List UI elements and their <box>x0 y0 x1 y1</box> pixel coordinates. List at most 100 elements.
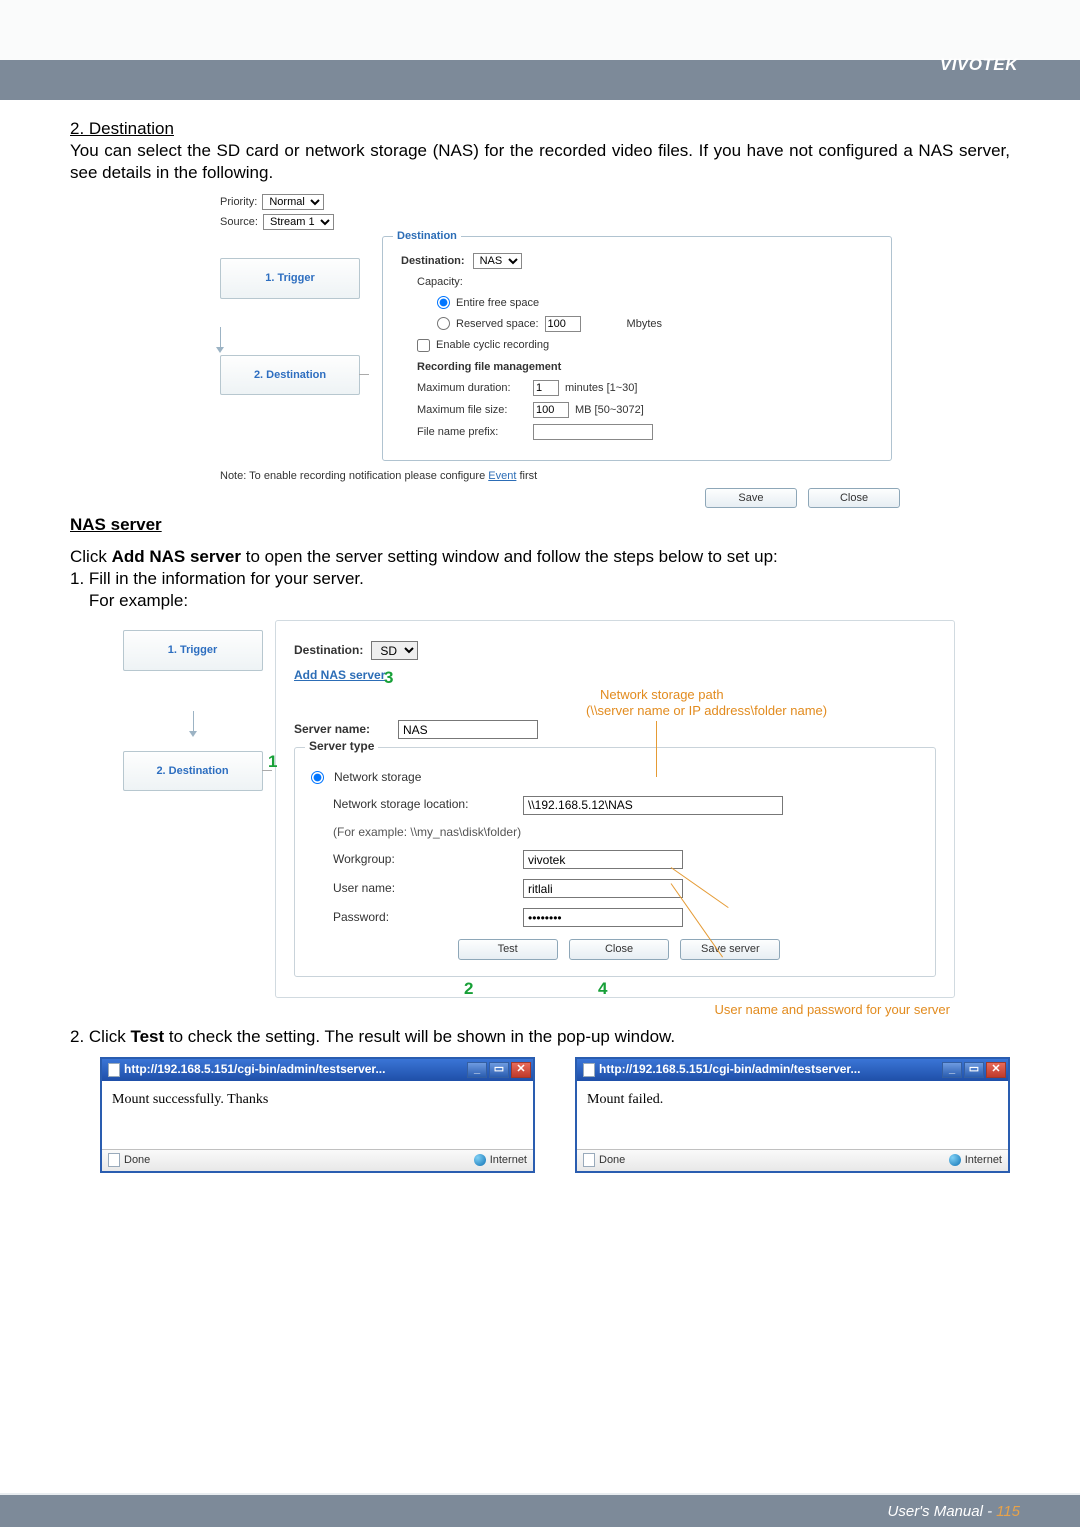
server-name-label: Server name: <box>294 722 390 738</box>
popup-body: Mount failed. <box>577 1081 1008 1149</box>
wizard-nav: 1. Trigger 2. Destination <box>220 236 370 461</box>
minimize-button[interactable]: _ <box>942 1062 962 1078</box>
callout-user-password: User name and password for your server <box>110 1002 970 1019</box>
max-filesize-unit: MB [50~3072] <box>575 403 644 417</box>
popup-titlebar: http://192.168.5.151/cgi-bin/admin/tests… <box>102 1059 533 1081</box>
username-input[interactable] <box>523 879 683 898</box>
brand-name: VIVOTEK <box>940 55 1018 75</box>
header-bg <box>0 0 1080 100</box>
nas-panel: 3 1 2 4 Network storage path (\\server n… <box>275 620 955 997</box>
page-icon <box>108 1063 120 1077</box>
popup-titlebar: http://192.168.5.151/cgi-bin/admin/tests… <box>577 1059 1008 1081</box>
callout-2: 2 <box>464 978 473 1000</box>
capacity-label: Capacity: <box>417 275 463 289</box>
test-button[interactable]: Test <box>458 939 558 959</box>
source-select[interactable]: Stream 1 <box>263 214 334 230</box>
capacity-reserved-input[interactable] <box>545 316 581 332</box>
storage-location-example: (For example: \\my_nas\disk\folder) <box>333 825 919 841</box>
max-duration-label: Maximum duration: <box>417 381 527 395</box>
page-icon <box>583 1063 595 1077</box>
globe-icon <box>949 1154 961 1166</box>
storage-location-label: Network storage location: <box>333 797 513 813</box>
popup-url: http://192.168.5.151/cgi-bin/admin/tests… <box>124 1062 385 1078</box>
workgroup-input[interactable] <box>523 850 683 869</box>
destination-select-label: Destination: <box>294 643 363 659</box>
maximize-button[interactable]: ▭ <box>489 1062 509 1078</box>
close-window-button[interactable]: ✕ <box>986 1062 1006 1078</box>
source-row: Source: Stream 1 <box>220 214 900 230</box>
priority-select[interactable]: Normal <box>262 194 324 210</box>
wizard-nav: 1. Trigger 2. Destination <box>110 620 275 997</box>
minimize-button[interactable]: _ <box>467 1062 487 1078</box>
destination-legend: Destination <box>393 229 461 243</box>
callout-3: 3 <box>384 667 393 689</box>
nav-destination[interactable]: 2. Destination <box>123 751 263 791</box>
storage-location-input[interactable] <box>523 796 783 815</box>
network-storage-label: Network storage <box>334 770 421 786</box>
save-server-button[interactable]: Save server <box>680 939 780 959</box>
popup-body: Mount successfully. Thanks <box>102 1081 533 1149</box>
workgroup-label: Workgroup: <box>333 852 513 868</box>
add-nas-server-link[interactable]: Add NAS server <box>294 668 385 684</box>
max-duration-input[interactable] <box>533 380 559 396</box>
maximize-button[interactable]: ▭ <box>964 1062 984 1078</box>
capacity-reserved-label: Reserved space: <box>456 317 539 331</box>
callout-line <box>656 721 657 777</box>
cyclic-recording-checkbox[interactable] <box>417 339 430 352</box>
callout-1: 1 <box>268 751 277 773</box>
section-destination-heading: 2. Destination <box>70 118 1010 140</box>
nas-server-heading: NAS server <box>70 514 1010 536</box>
capacity-reserved-radio[interactable] <box>437 317 450 330</box>
nas-server-instruction: Click Add NAS server to open the server … <box>70 546 1010 568</box>
source-label: Source: <box>220 216 258 228</box>
destination-select[interactable]: NAS <box>473 253 522 269</box>
recording-file-mgmt-header: Recording file management <box>417 360 873 374</box>
max-filesize-input[interactable] <box>533 402 569 418</box>
page-icon <box>583 1153 595 1167</box>
callout-4: 4 <box>598 978 607 1000</box>
nas-step1-example: For example: <box>70 590 1010 612</box>
priority-label: Priority: <box>220 196 257 208</box>
destination-fieldset: Destination Destination: NAS Capacity: E… <box>382 236 892 461</box>
username-label: User name: <box>333 881 513 897</box>
popup-mount-success: http://192.168.5.151/cgi-bin/admin/tests… <box>100 1057 535 1173</box>
close-window-button[interactable]: ✕ <box>511 1062 531 1078</box>
priority-row: Priority: Normal <box>220 194 900 210</box>
max-duration-unit: minutes [1~30] <box>565 381 637 395</box>
configure-event-note: Note: To enable recording notification p… <box>220 469 900 483</box>
popup-url: http://192.168.5.151/cgi-bin/admin/tests… <box>599 1062 860 1078</box>
section-destination-text: You can select the SD card or network st… <box>70 140 1010 184</box>
screenshot-destination-settings: Priority: Normal Source: Stream 1 1. Tri… <box>220 194 900 508</box>
capacity-entire-label: Entire free space <box>456 296 539 310</box>
server-name-input[interactable] <box>398 720 538 739</box>
server-type-legend: Server type <box>305 739 378 755</box>
popup-statusbar: Done Internet <box>102 1149 533 1171</box>
page-footer: User's Manual - 115 <box>0 1493 1080 1527</box>
event-link[interactable]: Event <box>488 470 516 482</box>
popup-statusbar: Done Internet <box>577 1149 1008 1171</box>
close-button[interactable]: Close <box>808 488 900 508</box>
destination-select[interactable]: SD <box>371 641 418 660</box>
max-filesize-label: Maximum file size: <box>417 403 527 417</box>
save-button[interactable]: Save <box>705 488 797 508</box>
capacity-entire-radio[interactable] <box>437 296 450 309</box>
callout-path-title: Network storage path <box>600 687 724 704</box>
close-button[interactable]: Close <box>569 939 669 959</box>
nas-step1: 1. Fill in the information for your serv… <box>70 568 1010 590</box>
callout-path-sub: (\\server name or IP address\folder name… <box>586 703 827 720</box>
nav-trigger[interactable]: 1. Trigger <box>123 630 263 670</box>
screenshot-add-nas-server: 1. Trigger 2. Destination 3 1 2 4 Networ… <box>110 620 970 997</box>
page-number: 115 <box>996 1503 1020 1520</box>
filename-prefix-label: File name prefix: <box>417 425 527 439</box>
nav-destination[interactable]: 2. Destination <box>220 355 360 395</box>
cyclic-recording-label: Enable cyclic recording <box>436 338 549 352</box>
page-icon <box>108 1153 120 1167</box>
nav-trigger[interactable]: 1. Trigger <box>220 258 360 298</box>
password-input[interactable] <box>523 908 683 927</box>
popup-mount-failed: http://192.168.5.151/cgi-bin/admin/tests… <box>575 1057 1010 1173</box>
nas-step2: 2. Click Test to check the setting. The … <box>70 1026 1010 1048</box>
network-storage-radio[interactable] <box>311 771 324 784</box>
capacity-reserved-unit: Mbytes <box>627 317 662 331</box>
filename-prefix-input[interactable] <box>533 424 653 440</box>
password-label: Password: <box>333 910 513 926</box>
